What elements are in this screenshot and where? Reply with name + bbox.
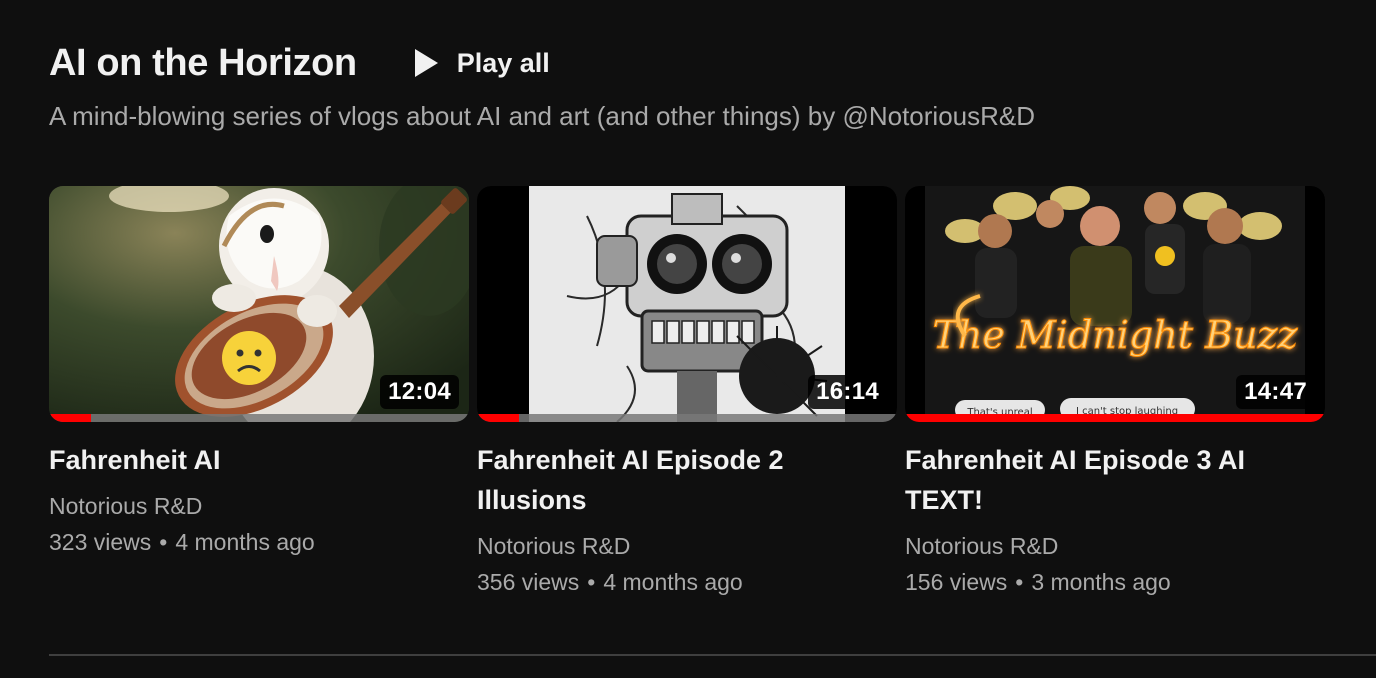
video-thumbnail[interactable]: The Midnight Buzz That's unreal I can't … <box>905 186 1325 422</box>
section-divider <box>49 654 1376 656</box>
neon-title: The Midnight Buzz <box>933 313 1299 357</box>
video-metadata: 323 views • 4 months ago <box>49 522 469 562</box>
separator-dot: • <box>159 529 168 555</box>
watch-progress-track <box>49 414 469 422</box>
watch-progress-track <box>905 414 1325 422</box>
channel-name[interactable]: Notorious R&D <box>477 530 897 562</box>
watch-progress-fill <box>477 414 519 422</box>
playlist-shelf: AI on the Horizon Play all A mind-blowin… <box>0 0 1376 678</box>
video-duration: 16:14 <box>808 375 887 409</box>
video-card[interactable]: 16:14 Fahrenheit AI Episode 2 Illusions … <box>477 186 897 602</box>
video-title[interactable]: Fahrenheit AI Episode 3 AI TEXT! <box>905 440 1295 520</box>
watch-progress-fill <box>905 414 1325 422</box>
video-metadata: 356 views • 4 months ago <box>477 562 897 602</box>
upload-age: 3 months ago <box>1031 569 1171 595</box>
watch-progress-track <box>477 414 897 422</box>
view-count: 356 views <box>477 569 580 595</box>
video-metadata: 156 views • 3 months ago <box>905 562 1325 602</box>
video-thumbnail[interactable]: 12:04 <box>49 186 469 422</box>
video-title[interactable]: Fahrenheit AI Episode 2 Illusions <box>477 440 867 520</box>
shelf-header: AI on the Horizon Play all <box>49 38 554 88</box>
upload-age: 4 months ago <box>603 569 743 595</box>
view-count: 323 views <box>49 529 152 555</box>
separator-dot: • <box>1015 569 1024 595</box>
channel-name[interactable]: Notorious R&D <box>49 490 469 522</box>
video-card[interactable]: The Midnight Buzz That's unreal I can't … <box>905 186 1325 602</box>
play-all-button[interactable]: Play all <box>407 42 554 85</box>
watch-progress-fill <box>49 414 91 422</box>
play-all-label: Play all <box>456 47 550 78</box>
view-count: 156 views <box>905 569 1008 595</box>
video-thumbnail[interactable]: 16:14 <box>477 186 897 422</box>
video-duration: 14:47 <box>1236 375 1315 409</box>
channel-name[interactable]: Notorious R&D <box>905 530 1325 562</box>
shelf-description: A mind-blowing series of vlogs about AI … <box>49 101 1036 131</box>
video-duration: 12:04 <box>380 375 459 409</box>
play-icon <box>411 48 441 78</box>
video-title[interactable]: Fahrenheit AI <box>49 440 439 480</box>
video-card[interactable]: 12:04 Fahrenheit AI Notorious R&D 323 vi… <box>49 186 469 562</box>
separator-dot: • <box>587 569 596 595</box>
upload-age: 4 months ago <box>175 529 315 555</box>
shelf-title[interactable]: AI on the Horizon <box>49 42 357 85</box>
